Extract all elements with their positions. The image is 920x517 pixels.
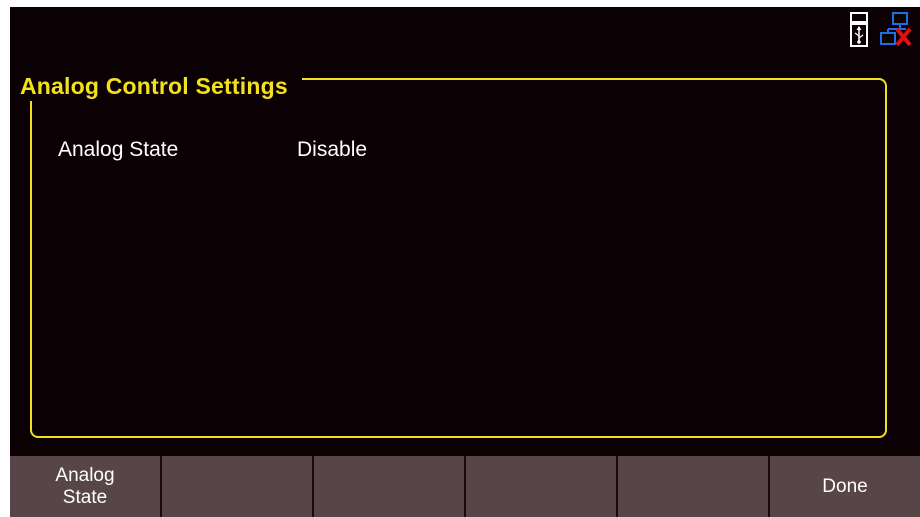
- softkey-done[interactable]: Done: [768, 456, 920, 517]
- network-disconnected-icon: [880, 12, 912, 46]
- instrument-screen: Analog Control Settings Analog State Dis…: [10, 7, 920, 517]
- settings-panel: [30, 78, 887, 438]
- softkey-label: Done: [822, 475, 868, 497]
- softkey-label: Analog State: [55, 464, 115, 508]
- softkey-bar: Analog State Done: [10, 456, 920, 517]
- usb-storage-icon: [850, 12, 868, 48]
- softkey-3[interactable]: [312, 456, 464, 517]
- softkey-2[interactable]: [160, 456, 312, 517]
- panel-title: Analog Control Settings: [14, 71, 302, 101]
- analog-state-label: Analog State: [58, 138, 179, 161]
- softkey-5[interactable]: [616, 456, 768, 517]
- analog-state-value: Disable: [297, 138, 368, 161]
- softkey-analog-state[interactable]: Analog State: [10, 456, 160, 517]
- status-bar: [850, 12, 912, 48]
- softkey-4[interactable]: [464, 456, 616, 517]
